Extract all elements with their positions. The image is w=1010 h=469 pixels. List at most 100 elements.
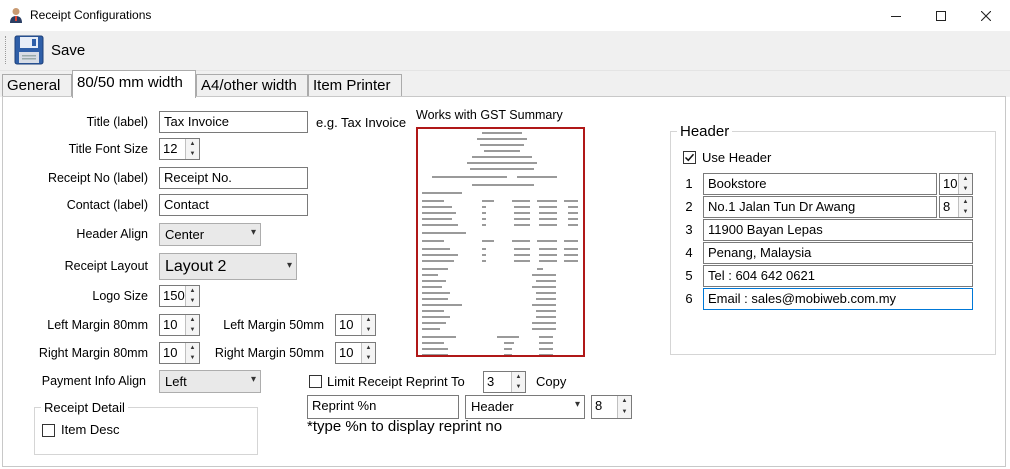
spin-down-icon[interactable]: ▼	[186, 149, 199, 159]
receipt-layout-select[interactable]: Layout 2 ▾	[159, 253, 297, 280]
spin-down-icon[interactable]: ▼	[186, 325, 199, 335]
limit-reprint-checkbox[interactable]	[309, 375, 322, 388]
right-margin-80-stepper[interactable]: 10 ▲ ▼	[159, 342, 200, 364]
reprint-size-stepper[interactable]: 8 ▲ ▼	[591, 395, 632, 419]
receipt-line	[422, 335, 579, 339]
spin-down-icon[interactable]: ▼	[362, 353, 375, 363]
spin-up-icon[interactable]: ▲	[362, 315, 375, 325]
receipt-line	[422, 347, 579, 351]
spin-down-icon[interactable]: ▼	[512, 382, 525, 392]
spin-down-icon[interactable]: ▼	[959, 184, 972, 194]
left-margin-50-value: 10	[339, 317, 354, 332]
left-margin-80-stepper[interactable]: 10 ▲ ▼	[159, 314, 200, 336]
spin-buttons[interactable]: ▲ ▼	[958, 174, 972, 194]
close-button[interactable]	[963, 0, 1009, 31]
receipt-line	[422, 143, 579, 147]
title-font-size-stepper[interactable]: 12 ▲ ▼	[159, 138, 200, 160]
receipt-line	[422, 231, 579, 235]
receipt-line	[422, 285, 579, 289]
header-line-5-input[interactable]: Tel : 604 642 0621	[703, 265, 973, 287]
receipt-no-input[interactable]: Receipt No.	[159, 167, 308, 189]
spin-up-icon[interactable]: ▲	[512, 372, 525, 382]
spin-up-icon[interactable]: ▲	[618, 396, 631, 407]
receipt-line	[422, 273, 579, 277]
header-line-4-input[interactable]: Penang, Malaysia	[703, 242, 973, 264]
item-desc-checkbox[interactable]	[42, 424, 55, 437]
header-line-number: 2	[685, 199, 693, 214]
header-line-1-input[interactable]: Bookstore	[703, 173, 937, 195]
spin-up-icon[interactable]: ▲	[186, 343, 199, 353]
spin-down-icon[interactable]: ▼	[186, 296, 199, 306]
right-margin-50-stepper[interactable]: 10 ▲ ▼	[335, 342, 376, 364]
header-line-2-size-stepper[interactable]: 8 ▲ ▼	[939, 196, 973, 218]
spin-up-icon[interactable]: ▲	[186, 286, 199, 296]
minimize-button[interactable]	[873, 0, 919, 31]
spin-buttons[interactable]: ▲ ▼	[511, 372, 525, 392]
payment-info-align-label: Payment Info Align	[41, 374, 146, 388]
receipt-line	[422, 291, 579, 295]
spin-up-icon[interactable]: ▲	[186, 315, 199, 325]
left-margin-50-stepper[interactable]: 10 ▲ ▼	[335, 314, 376, 336]
right-margin-80-label: Right Margin 80mm	[38, 346, 148, 360]
spin-down-icon[interactable]: ▼	[959, 207, 972, 217]
header-line-2-input[interactable]: No.1 Jalan Tun Dr Awang	[703, 196, 937, 218]
receipt-line	[422, 183, 579, 187]
spin-buttons[interactable]: ▲ ▼	[185, 286, 199, 306]
chevron-down-icon: ▾	[574, 399, 580, 410]
receipt-line	[422, 175, 579, 179]
receipt-line	[422, 167, 579, 171]
spin-buttons[interactable]: ▲ ▼	[361, 343, 375, 363]
save-button[interactable]: Save	[14, 34, 88, 66]
receipt-line	[422, 205, 579, 209]
header-line-1-size-stepper[interactable]: 10 ▲ ▼	[939, 173, 973, 195]
left-margin-80-value: 10	[163, 317, 178, 332]
header-line-6-input[interactable]: Email : sales@mobiweb.com.my	[703, 288, 973, 310]
logo-size-stepper[interactable]: 150 ▲ ▼	[159, 285, 200, 307]
header-line-2-size: 8	[943, 199, 951, 214]
spin-up-icon[interactable]: ▲	[959, 174, 972, 184]
spin-buttons[interactable]: ▲ ▼	[185, 315, 199, 335]
tab-a4-other-width[interactable]: A4/other width	[196, 74, 308, 97]
toolbar-grip	[5, 36, 8, 64]
check-icon	[684, 153, 695, 162]
maximize-button[interactable]	[918, 0, 964, 31]
header-line-number: 1	[685, 176, 693, 191]
use-header-checkbox[interactable]	[683, 151, 696, 164]
receipt-line	[422, 253, 579, 257]
tab-item-printer[interactable]: Item Printer	[308, 74, 402, 97]
header-line-number: 6	[685, 291, 693, 306]
spin-down-icon[interactable]: ▼	[618, 407, 631, 418]
receipt-line	[422, 297, 579, 301]
title-input[interactable]: Tax Invoice	[159, 111, 308, 133]
receipt-line	[422, 309, 579, 313]
receipt-line	[422, 247, 579, 251]
left-margin-80-label: Left Margin 80mm	[47, 318, 148, 332]
reprint-text-input[interactable]: Reprint %n	[307, 395, 459, 419]
tab-80-50mm-width[interactable]: 80/50 mm width	[72, 70, 196, 98]
chevron-down-icon: ▾	[250, 374, 256, 385]
spin-buttons[interactable]: ▲ ▼	[617, 396, 631, 418]
spin-up-icon[interactable]: ▲	[362, 343, 375, 353]
tab-general[interactable]: General	[2, 74, 72, 97]
spin-up-icon[interactable]: ▲	[959, 197, 972, 207]
header-line-1-size: 10	[943, 176, 958, 191]
reprint-position-select[interactable]: Header ▾	[465, 395, 585, 419]
header-legend: Header	[677, 123, 733, 140]
spin-down-icon[interactable]: ▼	[362, 325, 375, 335]
spin-buttons[interactable]: ▲ ▼	[361, 315, 375, 335]
spin-up-icon[interactable]: ▲	[186, 139, 199, 149]
left-margin-50-label: Left Margin 50mm	[223, 318, 324, 332]
spin-down-icon[interactable]: ▼	[186, 353, 199, 363]
preview-label: Works with GST Summary	[416, 108, 563, 122]
spin-buttons[interactable]: ▲ ▼	[185, 139, 199, 159]
use-header-label: Use Header	[702, 150, 772, 165]
reprint-hint: *type %n to display reprint no	[307, 418, 503, 435]
spin-buttons[interactable]: ▲ ▼	[958, 197, 972, 217]
reprint-size-value: 8	[595, 398, 603, 413]
contact-input[interactable]: Contact	[159, 194, 308, 216]
header-align-select[interactable]: Center ▾	[159, 223, 261, 246]
payment-info-align-select[interactable]: Left ▾	[159, 370, 261, 393]
header-line-3-input[interactable]: 11900 Bayan Lepas	[703, 219, 973, 241]
spin-buttons[interactable]: ▲ ▼	[185, 343, 199, 363]
reprint-limit-stepper[interactable]: 3 ▲ ▼	[483, 371, 526, 393]
